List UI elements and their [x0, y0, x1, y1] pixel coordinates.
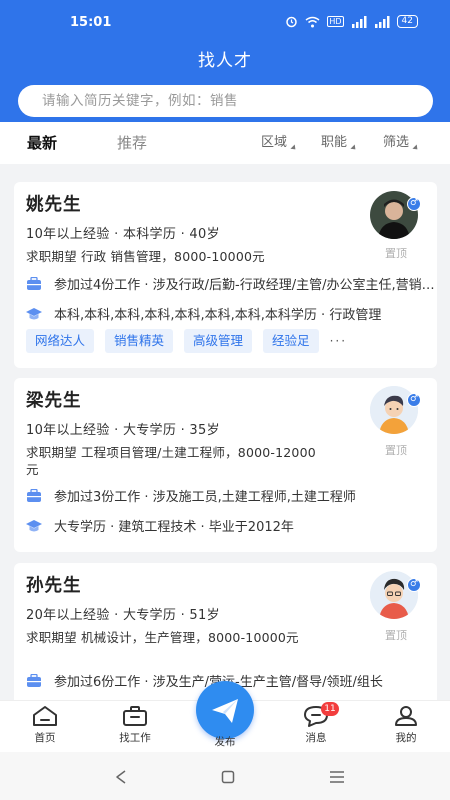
education-row: 本科,本科,本科,本科,本科,本科,本科,本科学历 · 行政管理 — [26, 304, 436, 323]
paper-plane-icon — [212, 699, 238, 723]
home-icon — [33, 706, 57, 726]
skill-tags: 网络达人 销售精英 高级管理 经验足 ··· — [26, 329, 347, 353]
nav-home-label: 首页 — [34, 732, 56, 744]
candidate-summary: 10年以上经验 · 大专学历 · 35岁 — [26, 423, 220, 438]
candidate-name: 梁先生 — [26, 391, 82, 411]
dropdown-triangle-icon — [350, 144, 358, 152]
nav-messages-label: 消息 — [305, 732, 327, 744]
dropdown-triangle-icon — [290, 144, 298, 152]
home-square-icon[interactable] — [221, 770, 235, 784]
more-tags-indicator: ··· — [329, 334, 348, 348]
filter-more-label: 筛选 — [383, 135, 410, 150]
briefcase-icon — [26, 276, 42, 291]
nav-find-jobs[interactable]: 找工作 — [105, 705, 165, 745]
graduation-cap-icon — [26, 307, 42, 321]
work-history-row: 参加过3份工作 · 涉及施工员,土建工程师,土建工程师 — [26, 486, 436, 505]
male-gender-icon: ♂ — [407, 393, 421, 407]
candidate-summary: 20年以上经验 · 大专学历 · 51岁 — [26, 608, 220, 623]
system-navigation-bar — [0, 752, 450, 800]
nav-mine-label: 我的 — [395, 732, 417, 744]
resume-card[interactable]: 梁先生 ♂ 置顶 10年以上经验 · 大专学历 · 35岁 求职期望 工程项目管… — [14, 378, 437, 552]
tab-bar: 最新 推荐 区域 职能 筛选 — [0, 122, 450, 164]
briefcase-icon — [123, 706, 147, 726]
work-history-text: 参加过4份工作 · 涉及行政/后勤-行政经理/主管/办公室主任,营销管理-销售经… — [54, 278, 436, 293]
education-text: 本科,本科,本科,本科,本科,本科,本科,本科学历 · 行政管理 — [54, 308, 382, 323]
nav-find-jobs-label: 找工作 — [119, 732, 151, 744]
status-time: 15:01 — [70, 15, 112, 30]
status-icons: HD 42 — [285, 15, 418, 28]
tab-latest[interactable]: 最新 — [27, 132, 57, 153]
work-history-row: 参加过4份工作 · 涉及行政/后勤-行政经理/主管/办公室主任,营销管理-销售经… — [26, 274, 436, 293]
status-bar: 15:01 HD 42 — [0, 14, 450, 34]
back-icon[interactable] — [114, 770, 128, 784]
briefcase-icon — [26, 488, 42, 503]
nav-messages[interactable]: 消息 11 — [286, 702, 346, 745]
briefcase-icon — [26, 673, 42, 688]
job-expectation: 求职期望 行政 销售管理，8000-10000元 — [26, 249, 265, 264]
page-title: 找人才 — [198, 51, 252, 71]
dropdown-triangle-icon — [412, 144, 420, 152]
nav-mine[interactable]: 我的 — [376, 705, 436, 745]
search-input[interactable]: 请输入简历关键字，例如：销售 — [18, 85, 433, 117]
male-gender-icon: ♂ — [407, 578, 421, 592]
resume-card[interactable]: 姚先生 ♂ 置顶 10年以上经验 · 本科学历 · 40岁 求职期望 行政 销售… — [14, 182, 437, 368]
filter-region-label: 区域 — [261, 135, 288, 150]
filter-region[interactable]: 区域 — [261, 131, 298, 152]
skill-tag: 销售精英 — [105, 329, 174, 353]
signal-icon — [351, 15, 367, 28]
nav-home[interactable]: 首页 — [15, 705, 75, 745]
publish-button[interactable] — [196, 681, 254, 739]
battery-indicator: 42 — [396, 15, 418, 28]
skill-tag: 高级管理 — [184, 329, 253, 353]
user-icon — [395, 706, 417, 726]
candidate-name: 姚先生 — [26, 195, 82, 215]
job-expectation: 求职期望 机械设计，生产管理，8000-10000元 — [26, 630, 299, 645]
nav-publish-label: 发布 — [214, 736, 236, 748]
job-expectation: 求职期望 工程项目管理/土建工程师，8000-12000元 — [26, 445, 316, 477]
graduation-cap-icon — [26, 519, 42, 533]
education-text: 大专学历 · 建筑工程技术 · 毕业于2012年 — [54, 520, 294, 535]
bottom-navigation: 首页 找工作 发布 消息 11 我的 — [0, 681, 450, 752]
pin-label: 置顶 — [385, 444, 407, 457]
skill-tag: 经验足 — [263, 329, 319, 353]
filter-more[interactable]: 筛选 — [383, 131, 420, 152]
app-header: 15:01 HD 42 找人才 请输入简历关键字，例如：销售 — [0, 0, 450, 122]
filter-function[interactable]: 职能 — [321, 131, 358, 152]
skill-tag: 网络达人 — [26, 329, 95, 353]
education-row: 大专学历 · 建筑工程技术 · 毕业于2012年 — [26, 516, 436, 535]
tab-recommended[interactable]: 推荐 — [117, 132, 147, 153]
filter-function-label: 职能 — [321, 135, 348, 150]
candidate-summary: 10年以上经验 · 本科学历 · 40岁 — [26, 227, 220, 242]
wifi-icon — [305, 16, 320, 27]
pin-label: 置顶 — [385, 247, 407, 260]
pin-label: 置顶 — [385, 629, 407, 642]
unread-badge: 11 — [321, 702, 339, 716]
hd-indicator: HD — [327, 16, 344, 27]
work-history-text: 参加过3份工作 · 涉及施工员,土建工程师,土建工程师 — [54, 490, 356, 505]
menu-icon[interactable] — [329, 770, 345, 784]
signal-icon-2 — [374, 15, 390, 28]
alarm-icon — [286, 16, 298, 28]
male-gender-icon: ♂ — [407, 197, 421, 211]
candidate-name: 孙先生 — [26, 576, 82, 596]
